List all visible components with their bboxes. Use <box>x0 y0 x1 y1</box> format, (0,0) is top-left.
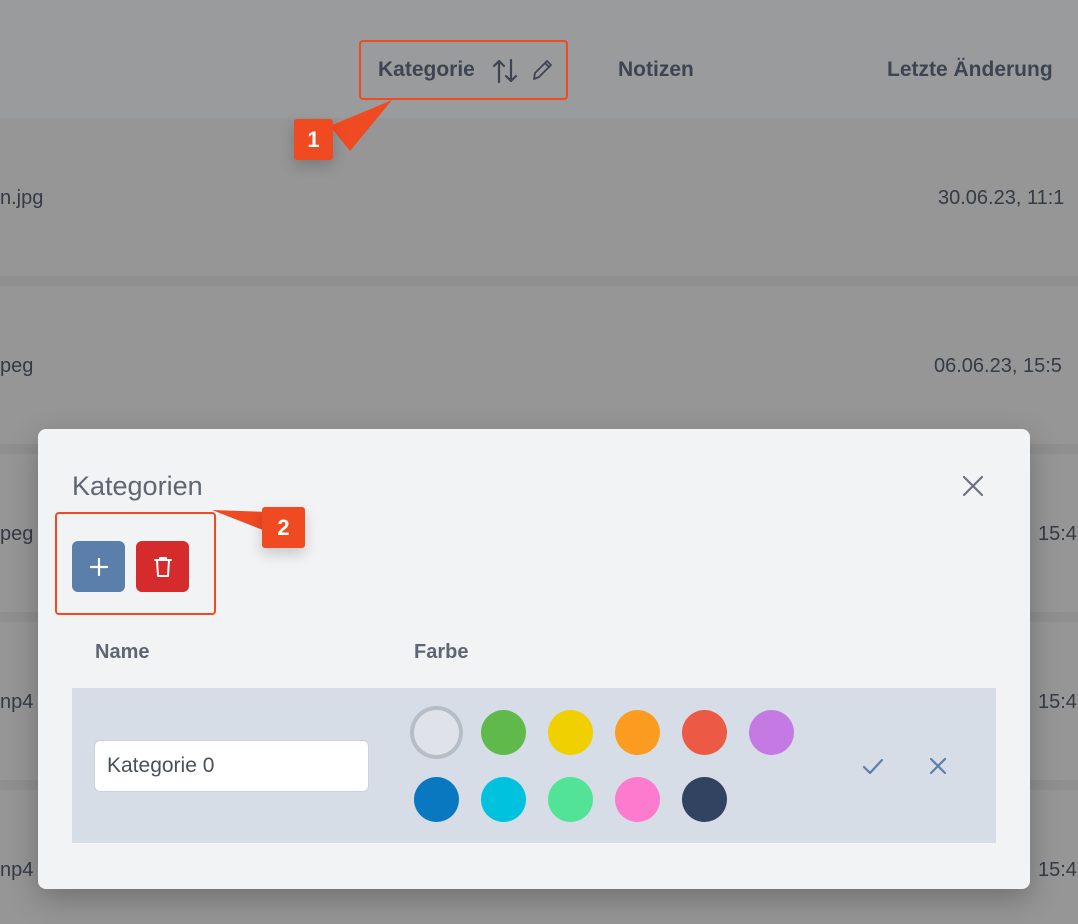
color-swatch-yellow[interactable] <box>548 710 593 755</box>
step-marker-2: 2 <box>262 507 305 548</box>
modal-title: Kategorien <box>72 471 203 501</box>
categories-modal: Kategorien Name Farbe <box>38 429 1030 889</box>
row-date: 06.06.23, 15:5 <box>934 355 1062 377</box>
color-swatch-pink[interactable] <box>615 777 660 822</box>
table-row[interactable] <box>0 118 1078 276</box>
color-swatch-purple[interactable] <box>749 710 794 755</box>
color-swatch-mint[interactable] <box>548 777 593 822</box>
step-marker-1: 1 <box>294 119 333 160</box>
highlight-box-action-buttons <box>55 512 216 615</box>
column-header-name: Name <box>95 641 150 663</box>
color-swatch-blue[interactable] <box>414 777 459 822</box>
category-row <box>72 688 996 843</box>
highlight-box-category-header <box>359 40 568 100</box>
row-file-name: np4 <box>0 859 34 881</box>
color-swatch-gray[interactable] <box>414 710 459 755</box>
color-swatch-orange[interactable] <box>615 710 660 755</box>
cancel-x-icon[interactable] <box>926 754 950 778</box>
row-file-name: peg <box>0 355 34 377</box>
column-header-last-modified[interactable]: Letzte Änderung <box>887 58 1053 82</box>
color-swatch-red[interactable] <box>682 710 727 755</box>
row-date: 30.06.23, 11:1 <box>938 187 1065 209</box>
color-swatch-cyan[interactable] <box>481 777 526 822</box>
table-row[interactable] <box>0 286 1078 444</box>
row-date: 15:4 <box>1038 859 1077 881</box>
column-header-notes[interactable]: Notizen <box>618 58 694 82</box>
row-file-name: n.jpg <box>0 187 44 209</box>
category-name-input[interactable] <box>94 740 369 792</box>
row-file-name: peg <box>0 523 34 545</box>
close-icon[interactable] <box>960 473 986 499</box>
row-file-name: np4 <box>0 691 34 713</box>
color-swatch-green[interactable] <box>481 710 526 755</box>
color-swatch-navy[interactable] <box>682 777 727 822</box>
row-date: 15:4 <box>1038 691 1077 713</box>
column-header-color: Farbe <box>414 641 469 663</box>
confirm-check-icon[interactable] <box>861 754 885 778</box>
row-divider <box>0 276 1078 286</box>
row-date: 15:4 <box>1038 523 1077 545</box>
